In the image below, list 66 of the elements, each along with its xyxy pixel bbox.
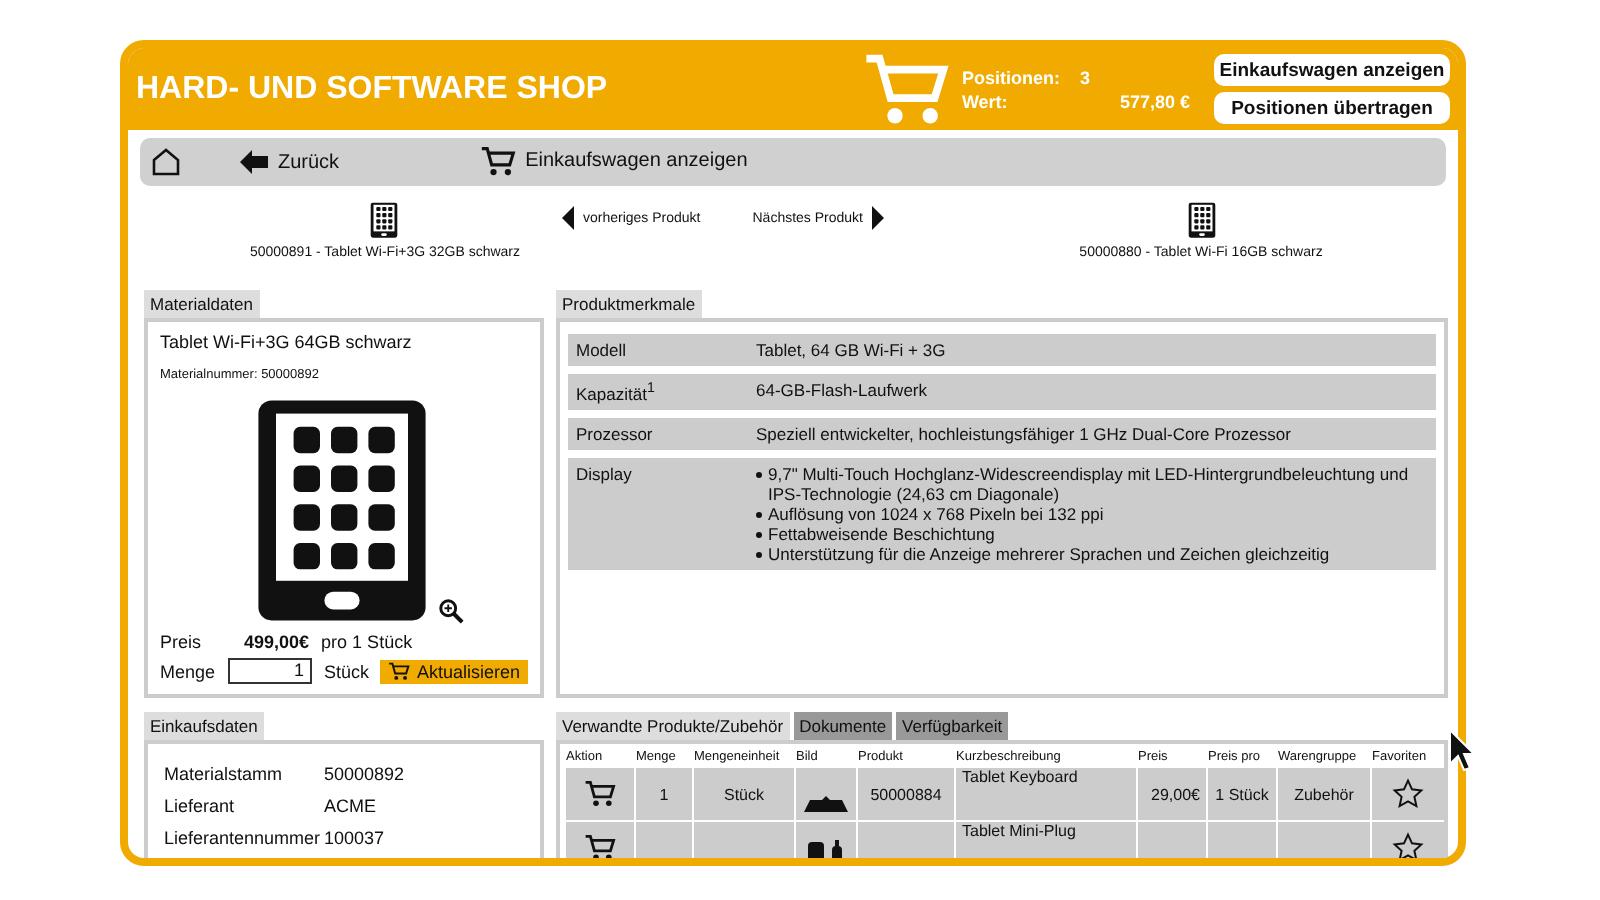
feature-label: Modell (576, 340, 627, 360)
bullet-icon (756, 471, 762, 478)
value-amount: 577,80 € (1119, 91, 1190, 111)
positions-label: Positionen: (961, 67, 1060, 87)
purchase-label: Materialstamm (164, 764, 285, 784)
header-button[interactable]: Positionen übertragen (1214, 92, 1450, 124)
table-cell: 29,00€ (1138, 768, 1206, 820)
price-value: 499,00€ (244, 632, 310, 653)
table-cell: 1 Stück (1208, 768, 1276, 820)
purchase-value: 50000892 (324, 764, 405, 784)
header-button[interactable]: Einkaufswagen anzeigen (1214, 54, 1450, 86)
toolbar-button[interactable]: Zurück (240, 150, 340, 174)
tablet-icon (370, 202, 399, 239)
feature-bullet: 9,7" Multi-Touch Hochglanz-Widescreendisplay mit LED-Hintergrundbeleuchtung und IPS-Technologie (24,63 cm Diagonale) (768, 463, 1411, 504)
quantity-unit: Stück (323, 661, 369, 682)
price-label: Preis (160, 632, 204, 653)
toolbar-button[interactable]: Einkaufswagen anzeigen (479, 146, 748, 178)
feature-label: Display (576, 463, 632, 484)
value-label: Wert: (961, 91, 1010, 111)
home-icon (152, 148, 180, 176)
tab[interactable]: Dokumente (793, 712, 893, 740)
shop-title: HARD- UND SOFTWARE SHOP (136, 71, 610, 107)
purchase-value: ACME (324, 796, 377, 816)
home-button[interactable] (152, 148, 180, 176)
tablet-icon (1187, 202, 1215, 239)
quantity-field[interactable]: 1 (227, 658, 312, 685)
feature-bullet: Unterstützung für die Anzeige mehrerer Sprachen und Zeichen gleichzeitig (768, 543, 1330, 564)
purchase-label: Lieferantennummer (164, 828, 323, 848)
zoom-icon[interactable] (437, 598, 463, 625)
tab[interactable]: Verwandte Produkte/Zubehör (556, 712, 790, 740)
back-arrow-icon (240, 150, 268, 174)
left-triangle-icon (562, 206, 575, 230)
keyboard-icon (802, 794, 850, 814)
feature-value: 64-GB-Flash-Laufwerk (756, 380, 930, 404)
purchase-label: Lieferant (164, 796, 237, 816)
table-cell: Stück (694, 768, 794, 820)
price-unit: pro 1 Stück (321, 632, 413, 653)
bullet-icon (756, 511, 762, 518)
right-triangle-icon (871, 206, 883, 230)
positions-value: 3 (1079, 67, 1092, 87)
update-button[interactable]: Aktualisieren (380, 659, 528, 684)
cart-icon (388, 662, 411, 682)
star-icon[interactable] (1392, 832, 1424, 858)
add-to-cart-icon (584, 834, 616, 858)
table-cell: 1 (636, 768, 692, 820)
product-name: Tablet Wi-Fi+3G 64GB schwarz (160, 332, 414, 352)
add-to-cart-icon (584, 780, 616, 808)
feature-bullet: Auflösung von 1024 x 768 Pixeln bei 132 ppi (768, 503, 1104, 524)
purchase-value: 100037 (324, 828, 385, 848)
star-icon[interactable] (1392, 778, 1424, 810)
cart-icon (479, 146, 516, 178)
cart-icon (861, 51, 950, 127)
bullet-icon (756, 531, 762, 538)
feature-value: Tablet, 64 GB Wi-Fi + 3G (756, 340, 948, 360)
tab[interactable]: Verfügbarkeit (896, 712, 1009, 740)
table-cell: Zubehör (1278, 768, 1370, 820)
tablet-picture-icon (253, 396, 429, 625)
bullet-icon (756, 551, 762, 558)
table-cell: 50000884 (858, 768, 954, 820)
feature-value: Speziell entwickelter, hochleistungsfähiger 1 GHz Dual-Core Prozessor (756, 423, 1293, 444)
quantity-label: Menge (160, 661, 216, 682)
feature-label: Kapazität$^{1}$ (576, 383, 655, 404)
table-cell: Tablet Mini-Plug (956, 822, 1136, 858)
table-cell: Tablet Keyboard (956, 768, 1136, 820)
feature-label: Prozessor (576, 423, 653, 444)
feature-bullet: Fettabweisende Beschichtung (768, 523, 995, 544)
